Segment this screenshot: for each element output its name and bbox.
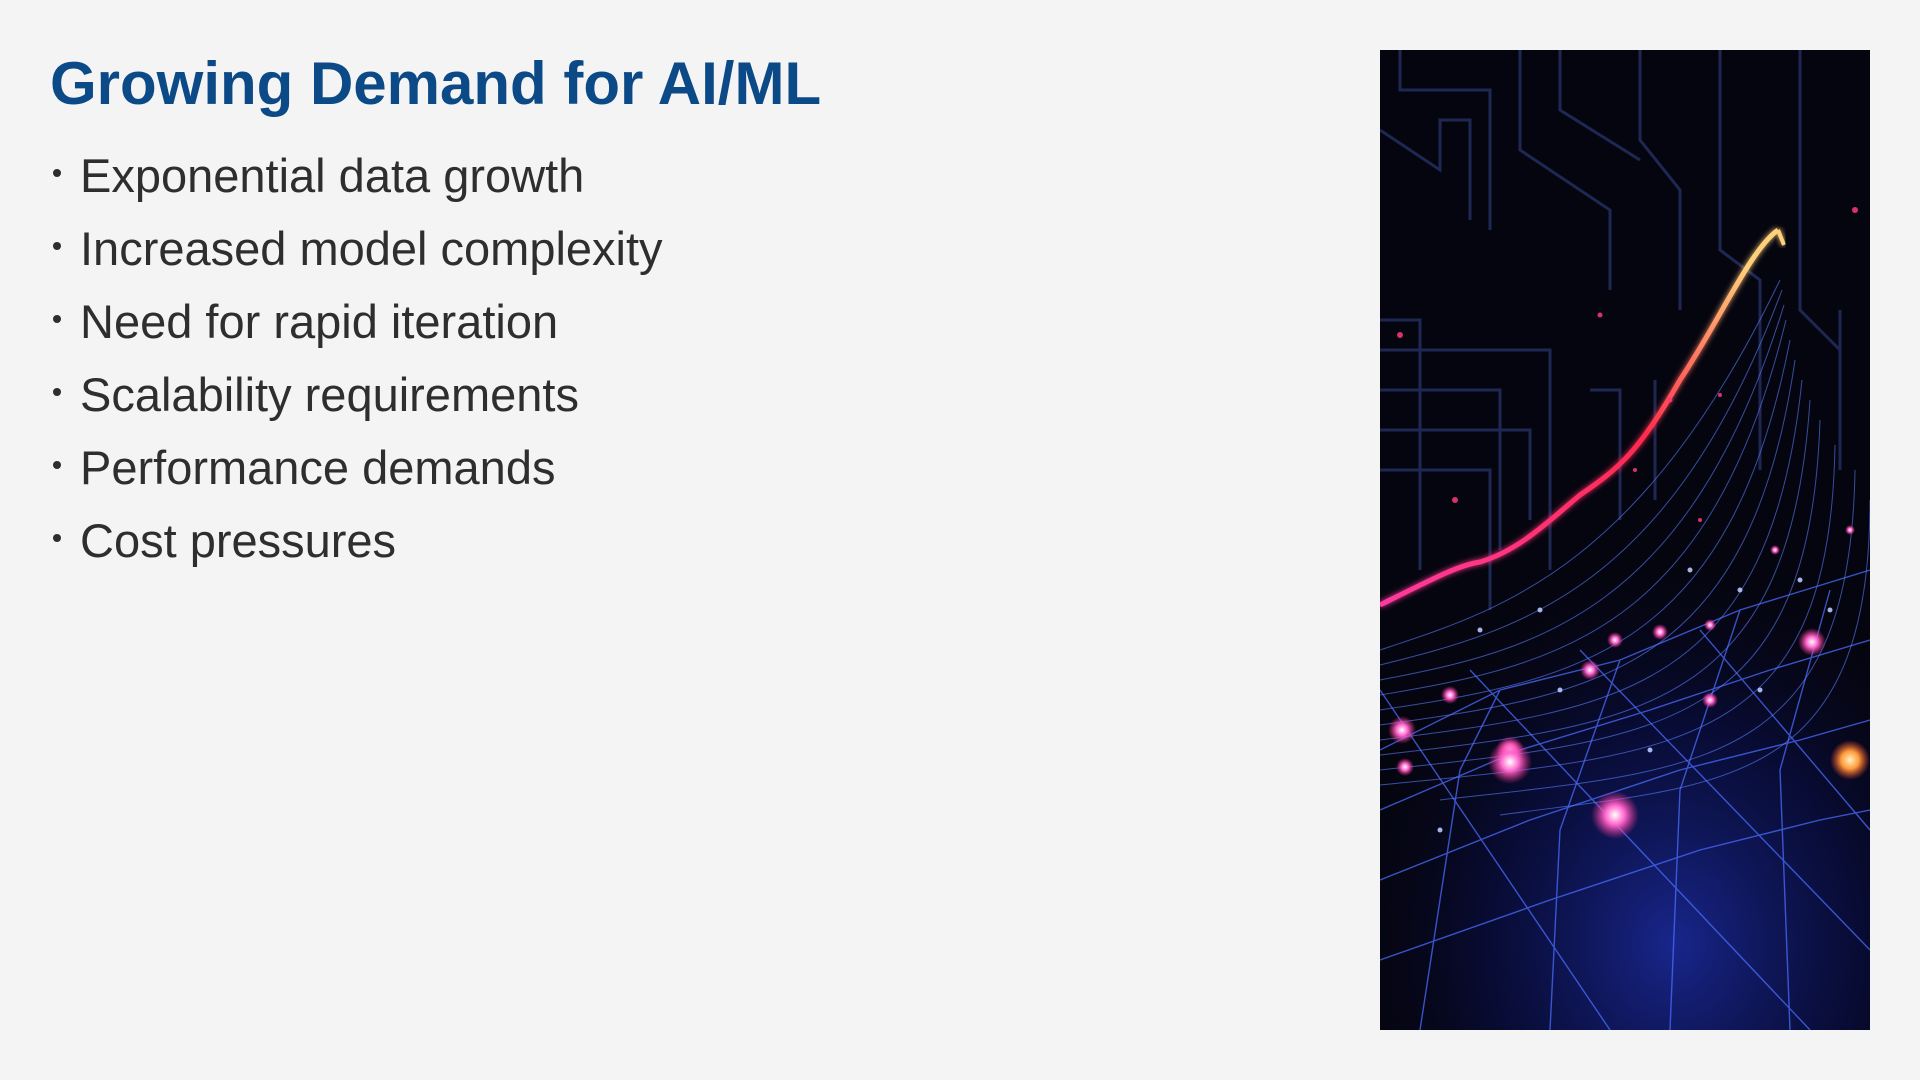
growth-network-graphic [1380,50,1870,1030]
bullet-icon [53,169,61,177]
bullet-text: Need for rapid iteration [80,295,559,348]
bullet-text: Increased model complexity [80,222,663,275]
bullet-text: Performance demands [80,441,556,494]
bullet-text: Cost pressures [80,514,397,567]
bullet-icon [53,534,61,542]
bullet-icon [53,242,61,250]
bullet-icon [53,388,61,396]
bullet-text: Exponential data growth [80,149,585,202]
bullet-icon [53,315,61,323]
bullet-icon [53,461,61,469]
slide-title: Growing Demand for AI/ML [50,50,822,117]
slide: Growing Demand for AI/ML Exponential dat… [0,0,1920,1080]
bullet-text: Scalability requirements [80,368,579,421]
exponential-growth-network-illustration [1380,50,1870,1030]
